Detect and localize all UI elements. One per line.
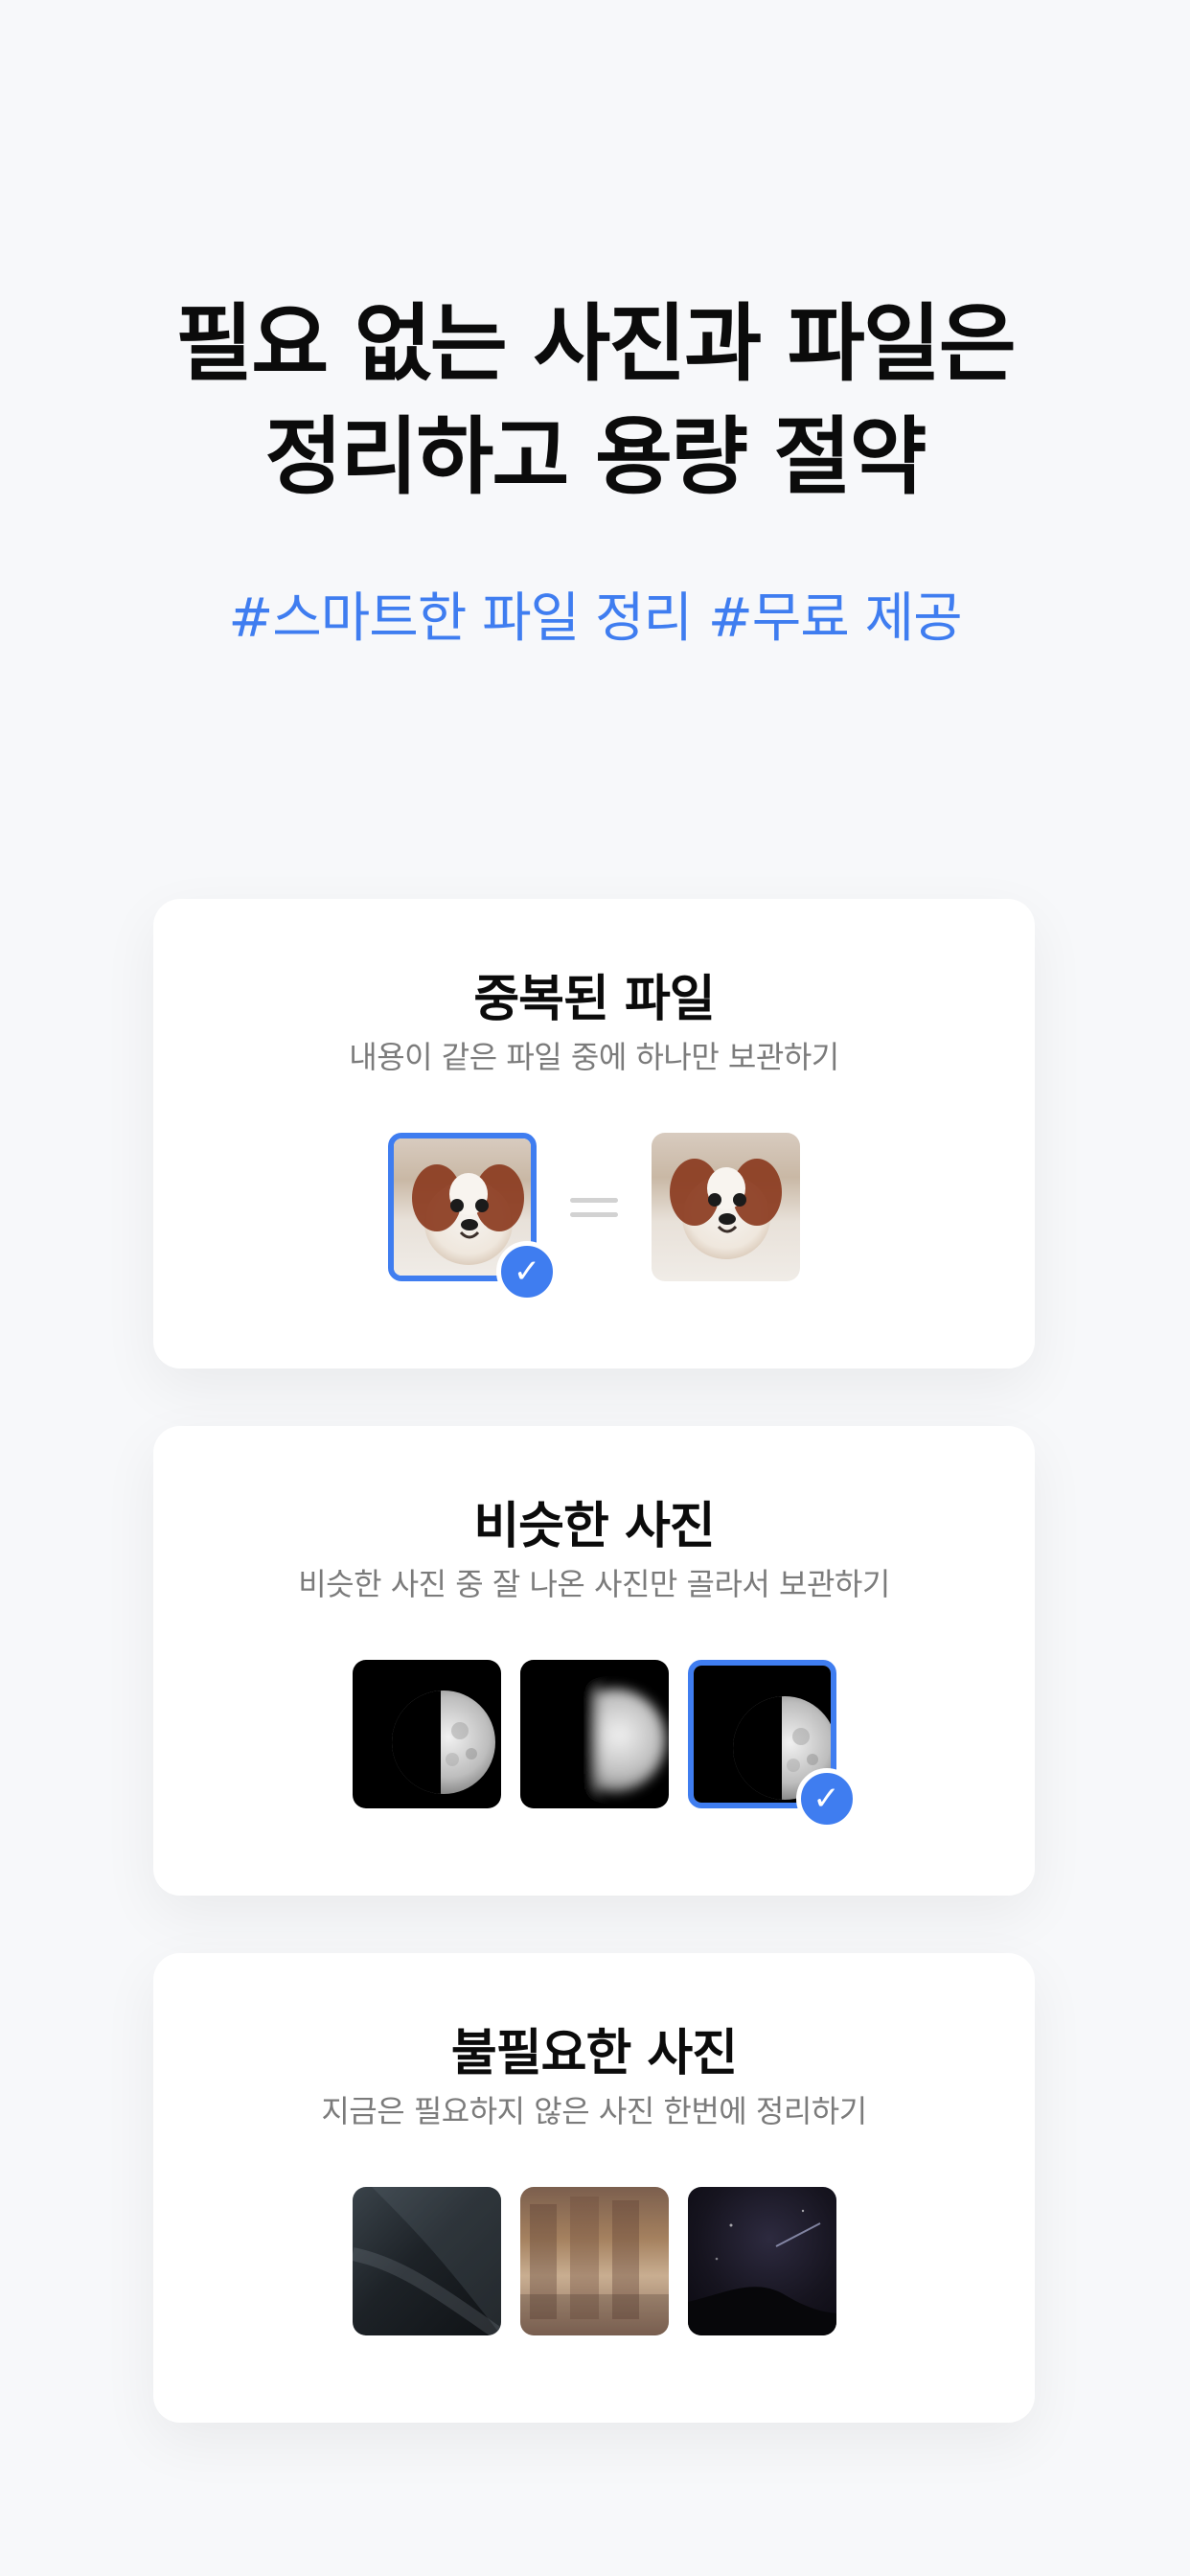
puppy-photo [652, 1133, 800, 1281]
duplicate-thumbs: ✓ [153, 1133, 1035, 1302]
card-title: 중복된 파일 [473, 971, 715, 1028]
unnecessary-thumb[interactable] [519, 2187, 669, 2335]
similar-thumb[interactable] [519, 1660, 669, 1808]
moon-photo-blurry [519, 1660, 669, 1808]
unnecessary-thumb[interactable] [352, 2187, 501, 2335]
card-subtitle: 비슷한 사진 중 잘 나온 사진만 골라서 보관하기 [298, 1566, 890, 1602]
unnecessary-thumbs [153, 2187, 1035, 2335]
duplicate-files-card: 중복된 파일 내용이 같은 파일 중에 하나만 보관하기 ✓ [153, 899, 1035, 1368]
moon-photo [352, 1660, 501, 1808]
card-title: 비슷한 사진 [473, 1498, 715, 1555]
hero-title: 필요 없는 사진과 파일은 정리하고 용량 절약 [175, 294, 1017, 506]
duplicate-thumb-selected[interactable]: ✓ [388, 1133, 558, 1302]
promo-page: 필요 없는 사진과 파일은 정리하고 용량 절약 #스마트한 파일 정리 #무료… [0, 0, 1190, 2576]
check-icon: ✓ [795, 1768, 858, 1829]
unnecessary-thumb[interactable] [687, 2187, 836, 2335]
library-photo [519, 2187, 669, 2335]
duplicate-thumb[interactable] [652, 1133, 800, 1281]
similar-thumb[interactable] [352, 1660, 501, 1808]
card-subtitle: 지금은 필요하지 않은 사진 한번에 정리하기 [321, 2093, 867, 2129]
similar-thumbs: ✓ [153, 1660, 1035, 1829]
card-subtitle: 내용이 같은 파일 중에 하나만 보관하기 [349, 1039, 839, 1075]
blurry-photo [352, 2187, 501, 2335]
card-title: 불필요한 사진 [450, 2025, 738, 2082]
night-sky-photo [687, 2187, 836, 2335]
check-icon: ✓ [496, 1241, 558, 1302]
similar-photos-card: 비슷한 사진 비슷한 사진 중 잘 나온 사진만 골라서 보관하기 ✓ [153, 1426, 1035, 1896]
hashtags: #스마트한 파일 정리 #무료 제공 [228, 587, 962, 650]
similar-thumb-selected[interactable]: ✓ [687, 1660, 858, 1829]
unnecessary-photos-card: 불필요한 사진 지금은 필요하지 않은 사진 한번에 정리하기 [153, 1953, 1035, 2423]
